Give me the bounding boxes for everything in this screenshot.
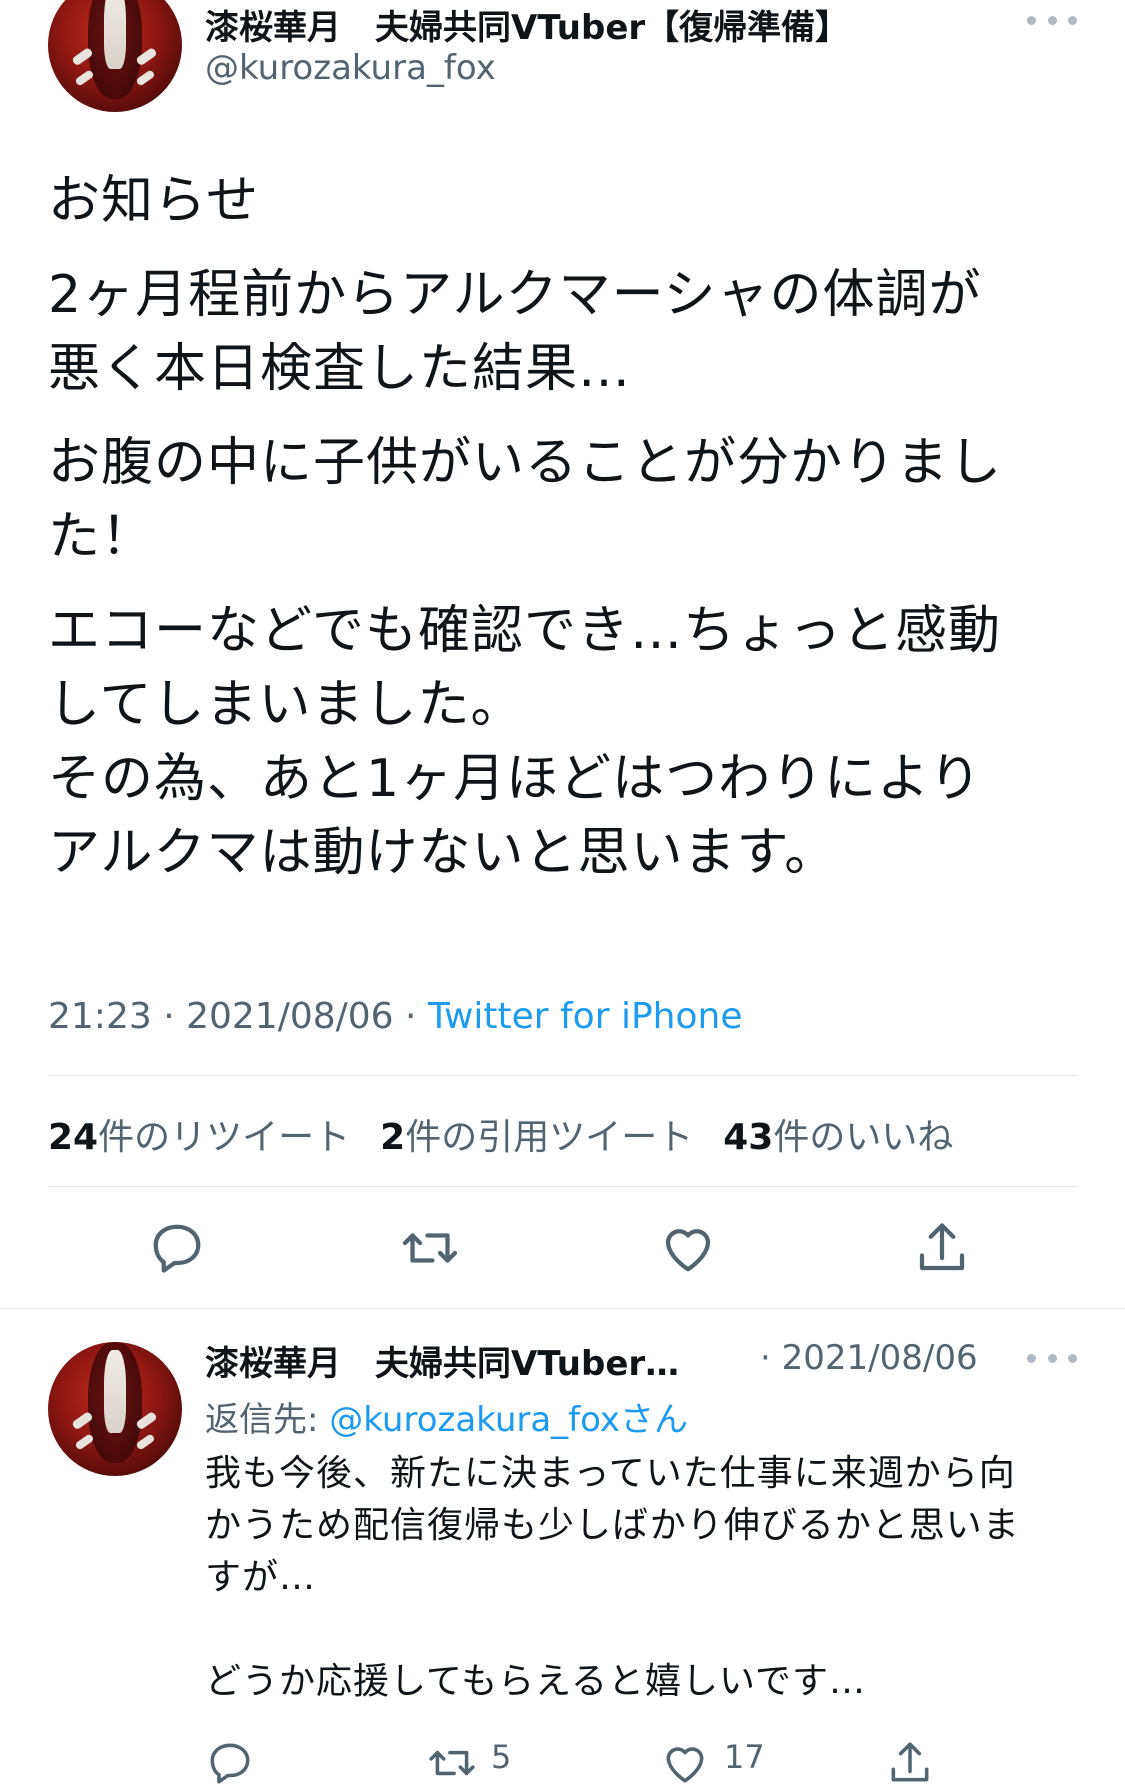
- tweet-time[interactable]: 21:23 · 2021/08/06 ·: [48, 996, 428, 1037]
- share-icon[interactable]: [912, 1218, 972, 1278]
- replying-to: 返信先: @kurozakura_foxさん: [205, 1400, 689, 1440]
- retweet-icon[interactable]: [400, 1218, 460, 1278]
- reply-mention-link[interactable]: @kurozakura_foxさん: [329, 1400, 688, 1440]
- tweet-paragraph: 2ヶ月程前からアルクマーシャの体調が 悪く本日検査した結果…: [48, 265, 982, 399]
- divider: [48, 1075, 1077, 1076]
- tweet-paragraph: エコーなどでも確認でき…ちょっと感動 してしまいました。: [48, 601, 1001, 735]
- reply-icon[interactable]: [147, 1218, 207, 1278]
- reply-text: 我も今後、新たに決まっていた仕事に来週から向 かうため配信復帰も少しばかり伸びる…: [205, 1453, 1020, 1702]
- share-icon[interactable]: [885, 1738, 935, 1788]
- retweet-count: 5: [491, 1738, 512, 1776]
- author-display-name[interactable]: 漆桜華月 夫婦共同VTuber【復帰準備】: [205, 0, 849, 49]
- likes-stat[interactable]: 43件のいいね: [723, 1108, 953, 1160]
- tweet-paragraph: お知らせ: [48, 171, 259, 231]
- avatar[interactable]: [48, 0, 182, 112]
- retweet-icon: [429, 1750, 475, 1776]
- tweet-source-link[interactable]: Twitter for iPhone: [428, 996, 743, 1037]
- tweet-detail-page: 漆桜華月 夫婦共同VTuber【復帰準備】 @kurozakura_fox お知…: [0, 0, 1125, 1788]
- reply-author-name[interactable]: 漆桜華月 夫婦共同VTuber…: [205, 1336, 679, 1385]
- tweet-paragraph: お腹の中に子供がいることが分かりまし た！: [48, 433, 1003, 567]
- tweet-text: お知らせ 2ヶ月程前からアルクマーシャの体調が 悪く本日検査した結果… お腹の中…: [48, 164, 1088, 910]
- tweet-timestamp: 21:23 · 2021/08/06 · Twitter for iPhone: [48, 996, 742, 1037]
- reply-icon[interactable]: [205, 1738, 255, 1788]
- tweet-paragraph: その為、あと1ヶ月ほどはつわりにより アルクマは動けないと思います。: [48, 749, 983, 883]
- more-icon[interactable]: [1027, 10, 1077, 30]
- divider: [48, 1186, 1077, 1187]
- reply-avatar[interactable]: [48, 1342, 182, 1476]
- reply-date[interactable]: · 2021/08/06: [760, 1338, 978, 1378]
- engagement-stats: 24件のリツイート 2件の引用ツイート 43件のいいね: [48, 1108, 953, 1160]
- heart-icon[interactable]: [658, 1218, 718, 1278]
- author-handle[interactable]: @kurozakura_fox: [205, 48, 496, 88]
- heart-icon: [666, 1747, 704, 1783]
- divider: [0, 1308, 1125, 1309]
- retweets-stat[interactable]: 24件のリツイート: [48, 1108, 350, 1160]
- like-count: 17: [724, 1738, 765, 1776]
- more-icon[interactable]: [1027, 1348, 1077, 1368]
- retweet-button[interactable]: 5: [427, 1738, 511, 1788]
- quotes-stat[interactable]: 2件の引用ツイート: [380, 1108, 693, 1160]
- like-button[interactable]: 17: [660, 1738, 765, 1788]
- reply-action-bar: 5 17: [205, 1738, 1085, 1788]
